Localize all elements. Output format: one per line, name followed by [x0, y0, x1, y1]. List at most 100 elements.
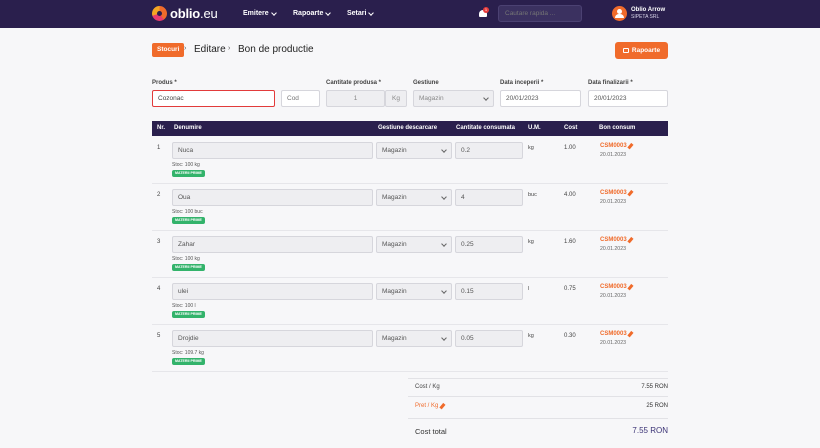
denumire-input[interactable]: Drojdie	[172, 330, 373, 347]
chevron-down-icon	[270, 9, 277, 16]
stock-text: Stoc: 100 kg	[172, 162, 200, 168]
materii-prime-badge: MATERII PRIME	[172, 264, 205, 271]
nav-rapoarte[interactable]: Rapoarte	[293, 9, 332, 17]
oblio-logo[interactable]: oblio.eu	[152, 6, 218, 21]
nav-emitere[interactable]: Emitere	[243, 9, 277, 17]
bon-consum-link[interactable]: CSM0003	[600, 142, 633, 150]
denumire-input[interactable]: ulei	[172, 283, 373, 300]
gestiune-label: Gestiune	[413, 80, 439, 86]
materii-prime-badge: MATERII PRIME	[172, 311, 205, 318]
cantitate-consumata-input[interactable]: 0.15	[455, 283, 523, 300]
table-row: 2 Oua Stoc: 100 buc MATERII PRIME Magazi…	[152, 184, 668, 231]
oblio-logo-text: oblio.eu	[170, 6, 218, 21]
breadcrumb-separator-icon: ›	[228, 45, 231, 52]
pret-kg-link[interactable]: Pret / Kg	[415, 402, 446, 410]
gestiune-select[interactable]: Magazin	[413, 90, 494, 107]
stock-text: Stoc: 109.7 kg	[172, 350, 204, 356]
bon-consum-date: 20.01.2023	[600, 246, 626, 252]
um-value: kg	[528, 333, 534, 339]
pret-kg-value: 25 RON	[646, 403, 668, 409]
chevron-down-icon	[441, 288, 447, 294]
denumire-input[interactable]: Zahar	[172, 236, 373, 253]
cost-kg-value: 7.55 RON	[641, 384, 668, 390]
row-number: 5	[157, 333, 161, 339]
bon-consum-date: 20.01.2023	[600, 340, 626, 346]
produs-label: Produs *	[152, 80, 177, 86]
unit-field: Kg	[385, 90, 407, 107]
um-value: kg	[528, 239, 534, 245]
rapoarte-button[interactable]: Rapoarte	[615, 42, 668, 59]
cantitate-consumata-input[interactable]: 0.25	[455, 236, 523, 253]
bon-consum-date: 20.01.2023	[600, 152, 626, 158]
quick-search-input[interactable]	[498, 5, 582, 22]
chevron-down-icon	[483, 95, 489, 101]
notification-count-badge: 1	[483, 7, 489, 13]
rapoarte-button-label: Rapoarte	[631, 47, 661, 54]
breadcrumb-editare[interactable]: Editare	[194, 44, 226, 55]
gestiune-value: Magazin	[419, 95, 444, 102]
gestiune-descarcare-select[interactable]: Magazin	[376, 330, 452, 347]
breadcrumb-stocuri[interactable]: Stocuri	[152, 43, 185, 57]
data-inceperii-label: Data inceperii *	[500, 80, 544, 86]
denumire-input[interactable]: Oua	[172, 189, 373, 206]
bon-consum-link[interactable]: CSM0003	[600, 189, 633, 197]
chevron-down-icon	[368, 9, 375, 16]
nav-rapoarte-label: Rapoarte	[293, 10, 324, 17]
report-icon	[622, 48, 629, 53]
table-header: Nr. Denumire Gestiune descarcare Cantita…	[152, 121, 668, 136]
stock-text: Stoc: 100 buc	[172, 209, 203, 215]
cantitate-produsa-input[interactable]: 1	[326, 90, 385, 107]
row-number: 1	[157, 145, 161, 151]
bon-consum-link[interactable]: CSM0003	[600, 283, 633, 291]
um-value: kg	[528, 145, 534, 151]
gestiune-descarcare-select[interactable]: Magazin	[376, 189, 452, 206]
user-avatar-icon[interactable]	[612, 6, 627, 21]
col-denumire: Denumire	[174, 125, 202, 131]
data-finalizarii-label: Data finalizarii *	[588, 80, 633, 86]
cantitate-consumata-input[interactable]: 4	[455, 189, 523, 206]
materii-prime-badge: MATERII PRIME	[172, 217, 205, 224]
gestiune-descarcare-select[interactable]: Magazin	[376, 142, 452, 159]
chevron-down-icon	[441, 241, 447, 247]
um-value: l	[528, 286, 530, 292]
produs-input[interactable]: Cozonac	[152, 90, 275, 107]
chevron-down-icon	[441, 194, 447, 200]
cantitate-consumata-input[interactable]: 0.05	[455, 330, 523, 347]
stock-text: Stoc: 100 l	[172, 303, 196, 309]
nav-emitere-label: Emitere	[243, 10, 269, 17]
data-finalizarii-input[interactable]: 20/01/2023	[588, 90, 668, 107]
pencil-icon[interactable]	[627, 236, 633, 244]
pencil-icon[interactable]	[627, 283, 633, 291]
gestiune-descarcare-select[interactable]: Magazin	[376, 283, 452, 300]
nav-setari[interactable]: Setari	[347, 9, 375, 17]
bon-consum-link[interactable]: CSM0003	[600, 236, 633, 244]
gestiune-descarcare-select[interactable]: Magazin	[376, 236, 452, 253]
bon-consum-date: 20.01.2023	[600, 293, 626, 299]
denumire-input[interactable]: Nuca	[172, 142, 373, 159]
table-row: 3 Zahar Stoc: 100 kg MATERII PRIME Magaz…	[152, 231, 668, 278]
top-navbar: oblio.eu Emitere Rapoarte Setari 1 Oblio…	[0, 0, 820, 28]
table-row: 1 Nuca Stoc: 100 kg MATERII PRIME Magazi…	[152, 137, 668, 184]
cost-total-value: 7.55 RON	[632, 426, 668, 435]
notifications-button[interactable]: 1	[478, 7, 489, 19]
materii-prime-badge: MATERII PRIME	[172, 358, 205, 365]
data-inceperii-input[interactable]: 20/01/2023	[500, 90, 581, 107]
cantitate-consumata-input[interactable]: 0.2	[455, 142, 523, 159]
pencil-icon[interactable]	[627, 142, 633, 150]
totals-divider	[408, 418, 668, 419]
pencil-icon[interactable]	[627, 189, 633, 197]
pencil-icon[interactable]	[627, 330, 633, 338]
pencil-icon[interactable]	[439, 402, 446, 410]
col-cantitate-consumata: Cantitate consumata	[456, 125, 516, 131]
cost-kg-label: Cost / Kg	[415, 384, 440, 390]
cost-value: 4.00	[564, 192, 576, 198]
row-number: 3	[157, 239, 161, 245]
um-value: buc	[528, 192, 537, 198]
cantitate-produsa-label: Cantitate produsa *	[326, 80, 382, 86]
chevron-down-icon	[441, 147, 447, 153]
bon-consum-number: CSM0003	[600, 331, 627, 337]
gestiune-descarcare-value: Magazin	[382, 241, 407, 248]
user-name[interactable]: Oblio Arrow	[631, 7, 665, 13]
bon-consum-link[interactable]: CSM0003	[600, 330, 633, 338]
cod-input[interactable]	[281, 90, 320, 107]
